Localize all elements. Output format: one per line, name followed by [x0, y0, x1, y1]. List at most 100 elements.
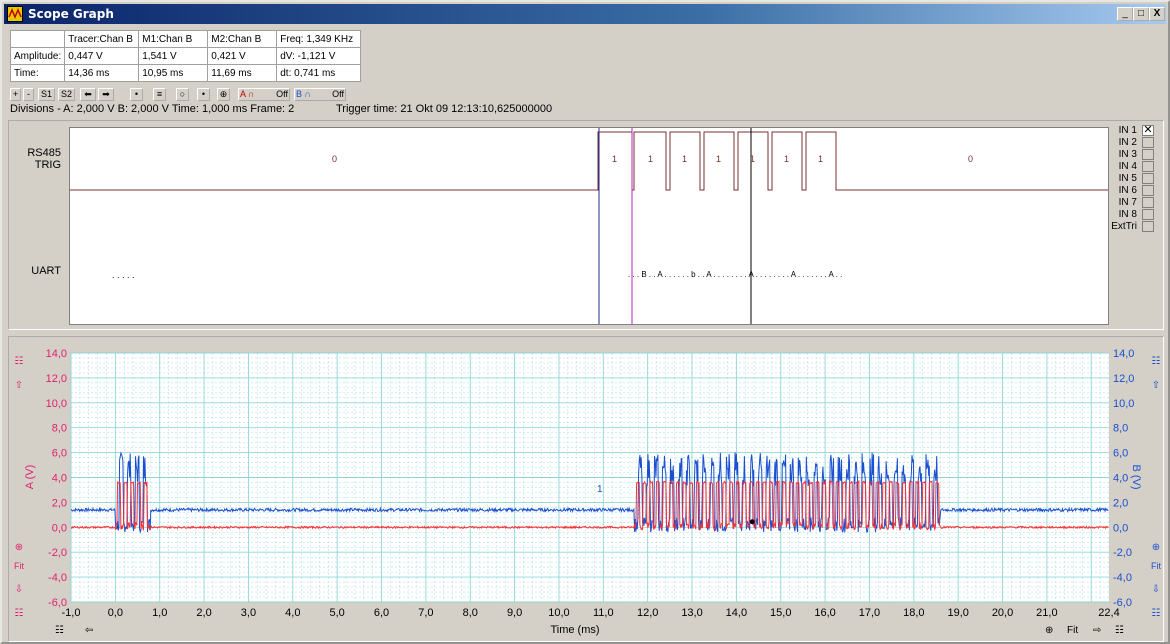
- bit-label: 1: [648, 154, 654, 164]
- logic-analyzer-panel: RS485 TRIG UART 0 1 1 1 1 1 1 1 0 . . . …: [8, 120, 1164, 330]
- input-label: IN 3: [1118, 149, 1137, 160]
- row-label: Amplitude:: [9, 47, 66, 65]
- cell: 0,447 V: [64, 47, 140, 65]
- amplitude-row: Amplitude: 0,447 V 1,541 V 0,421 V dV: -…: [9, 47, 362, 65]
- x-tick-label: 0,0: [108, 607, 123, 619]
- x-tick-label: 19,0: [947, 607, 968, 619]
- scroll-left-icon[interactable]: ⇦: [85, 625, 93, 639]
- logic-plot[interactable]: 0 1 1 1 1 1 1 1 0 . . . . . . . . B . . …: [69, 127, 1109, 325]
- x-tick-label: 7,0: [418, 607, 433, 619]
- cursor-icon[interactable]: ⊕: [217, 88, 230, 101]
- scope-panel: ☷ ⇧ ⊕ Fit ⇩ ☷ ☷ ⇧ ⊕ Fit ⇩ ☷ -1,0 0,0 1,0 2,…: [8, 336, 1164, 642]
- header-m1: M1:Chan B: [138, 30, 209, 48]
- cell: 0,421 V: [207, 47, 278, 65]
- x-tick-label: 11,0: [593, 607, 614, 619]
- y-tick-label-a: -6,0: [48, 597, 67, 609]
- arrow-left-icon[interactable]: ⬅: [80, 88, 96, 101]
- input-label: IN 2: [1118, 137, 1137, 148]
- time-row: Time: 14,36 ms 10,95 ms 11,69 ms dt: 0,7…: [9, 64, 362, 82]
- arch-red-icon: ∩: [248, 89, 255, 99]
- scope-chart[interactable]: -1,0 0,0 1,0 2,0 3,0 4,0 5,0 6,0 7,0 8,0 9,0 10,0 11…: [9, 337, 1165, 643]
- y-tick-label-a: 10,0: [46, 398, 67, 410]
- bit-label: 0: [968, 154, 974, 164]
- rs485-waveform: [70, 131, 1108, 191]
- x-tick-label: 21,0: [1036, 607, 1057, 619]
- scroll-wave2-icon[interactable]: ☷: [1115, 625, 1124, 639]
- dot-icon[interactable]: •: [130, 88, 143, 101]
- close-button[interactable]: X: [1149, 7, 1165, 21]
- channel-b-toggle[interactable]: B ∩ Off: [294, 88, 346, 101]
- s2-button[interactable]: S2: [58, 88, 75, 101]
- trig-label: TRIG: [34, 159, 61, 171]
- scroll-wave-icon[interactable]: ☷: [55, 625, 64, 639]
- ext-trigger-checkbox[interactable]: [1142, 221, 1154, 232]
- bit-label: 1: [818, 154, 824, 164]
- channel-b-state: Off: [332, 89, 344, 99]
- y-tick-label-a: -4,0: [48, 572, 67, 584]
- y-tick-label-a: -2,0: [48, 547, 67, 559]
- marker-icon[interactable]: •: [197, 88, 210, 101]
- input-label: ExtTri: [1111, 221, 1137, 232]
- bit-label: 1: [750, 154, 756, 164]
- x-tick-label: 14,0: [726, 607, 747, 619]
- y-tick-label-a: 14,0: [46, 348, 67, 360]
- input-3-checkbox[interactable]: [1142, 149, 1154, 160]
- zoom-in-button[interactable]: +: [10, 88, 21, 101]
- arch-blue-icon: ∩: [304, 89, 311, 99]
- x-tick-label: 9,0: [507, 607, 522, 619]
- input-7-checkbox[interactable]: [1142, 197, 1154, 208]
- y-tick-label-a: 12,0: [46, 373, 67, 385]
- input-1-checkbox[interactable]: ✕: [1142, 125, 1154, 136]
- y-tick-label-b: 12,0: [1113, 373, 1134, 385]
- input-6-checkbox[interactable]: [1142, 185, 1154, 196]
- scroll-right-icon[interactable]: ⇨: [1093, 625, 1101, 639]
- input-label: IN 8: [1118, 209, 1137, 220]
- minimize-button[interactable]: _: [1117, 7, 1133, 21]
- y-tick-label-a: 4,0: [52, 473, 67, 485]
- bit-label: 1: [784, 154, 790, 164]
- x-tick-label: 10,0: [548, 607, 569, 619]
- x-tick-label: 13,0: [681, 607, 702, 619]
- x-tick-label: 3,0: [241, 607, 256, 619]
- header-tracer: Tracer:Chan B: [64, 30, 140, 48]
- y-tick-label-b: 4,0: [1113, 473, 1128, 485]
- input-4-checkbox[interactable]: [1142, 161, 1154, 172]
- time-center-icon[interactable]: ⊕: [1045, 625, 1053, 639]
- header-m2: M2:Chan B: [207, 30, 278, 48]
- time-fit-button[interactable]: Fit: [1067, 625, 1078, 639]
- input-label: IN 1: [1118, 125, 1137, 136]
- channel-a-toggle[interactable]: A ∩ Off: [238, 88, 290, 101]
- cell: 1,541 V: [138, 47, 209, 65]
- input-8-checkbox[interactable]: [1142, 209, 1154, 220]
- y-tick-label-b: 8,0: [1113, 423, 1128, 435]
- zoom-out-button[interactable]: -: [23, 88, 34, 101]
- circle-icon[interactable]: ○: [176, 88, 189, 101]
- input-label: IN 7: [1118, 197, 1137, 208]
- x-axis-title: Time (ms): [550, 624, 599, 636]
- y-tick-label-b: 0,0: [1113, 522, 1128, 534]
- maximize-button[interactable]: □: [1133, 7, 1149, 21]
- lines-icon[interactable]: ≡: [153, 88, 166, 101]
- bit-label: 1: [682, 154, 688, 164]
- y-tick-label-b: -6,0: [1113, 597, 1132, 609]
- channel-a-state: Off: [276, 89, 288, 99]
- measurement-table: Tracer:Chan B M1:Chan B M2:Chan B Freq: …: [9, 30, 362, 82]
- bit-label: 1: [612, 154, 618, 164]
- row-label: Time:: [9, 64, 66, 82]
- uart-label: UART: [31, 265, 61, 277]
- s1-button[interactable]: S1: [38, 88, 55, 101]
- input-5-checkbox[interactable]: [1142, 173, 1154, 184]
- uart-data-right: . . . B . . A . . . . . . b . . A . . . …: [628, 270, 843, 279]
- uart-data-left: . . . . .: [112, 270, 135, 280]
- input-2-checkbox[interactable]: [1142, 137, 1154, 148]
- y-tick-label-a: 2,0: [52, 497, 67, 509]
- title-bar[interactable]: Scope Graph _ □ X: [4, 4, 1166, 24]
- cell: 11,69 ms: [207, 64, 278, 82]
- y-axis-title-b: B (V): [1130, 464, 1142, 489]
- y-tick-label-a: 6,0: [52, 448, 67, 460]
- x-tick-label: 1,0: [152, 607, 167, 619]
- arrow-right-icon[interactable]: ➡: [98, 88, 114, 101]
- channel-a-label: A: [240, 89, 246, 99]
- input-label: IN 4: [1118, 161, 1137, 172]
- y-tick-label-b: -4,0: [1113, 572, 1132, 584]
